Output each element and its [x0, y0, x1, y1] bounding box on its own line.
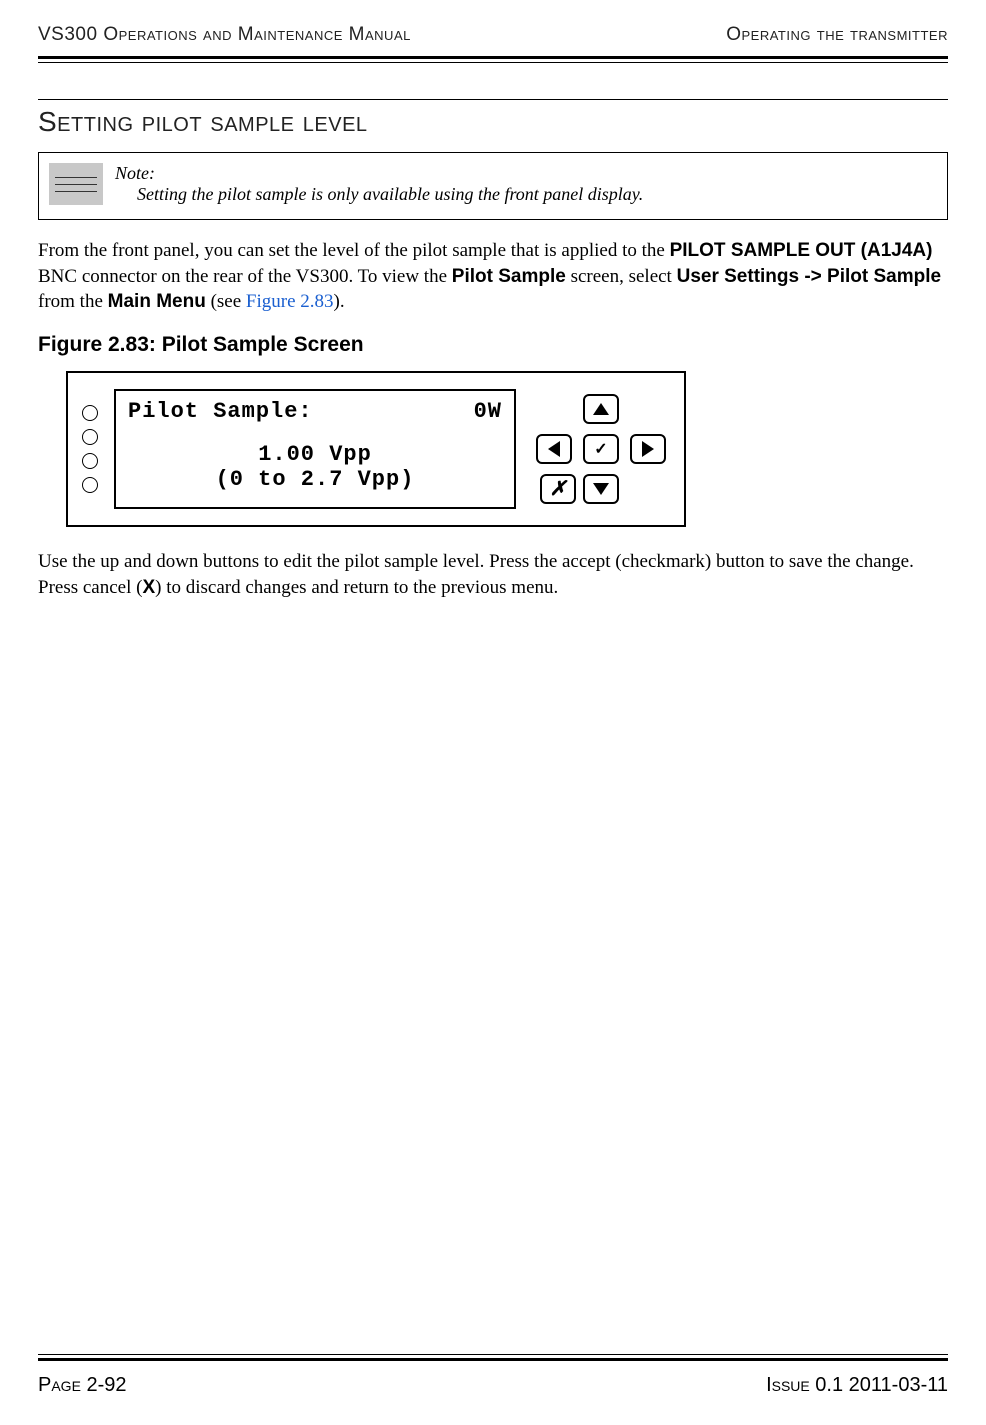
accept-button[interactable]: ✓: [583, 434, 619, 464]
pilot-sample-out-label: PILOT SAMPLE OUT (A1J4A): [670, 240, 933, 261]
led-icon: [82, 453, 98, 469]
up-button[interactable]: [583, 394, 619, 424]
header-left: VS300 Operations and Maintenance Manual: [38, 24, 411, 46]
led-icon: [82, 477, 98, 493]
device-front-panel: Pilot Sample: 0W 1.00 Vpp (0 to 2.7 Vpp)…: [66, 371, 686, 527]
led-icon: [82, 405, 98, 421]
lcd-range: (0 to 2.7 Vpp): [128, 467, 502, 492]
lcd-power-value: 0W: [474, 399, 502, 424]
note-label: Note:: [115, 163, 643, 184]
paragraph-2: Use the up and down buttons to edit the …: [38, 549, 948, 600]
main-menu-label: Main Menu: [108, 291, 206, 312]
checkmark-icon: ✓: [594, 439, 607, 459]
footer-page: Page 2-92: [38, 1374, 127, 1397]
note-lines-icon: [49, 163, 103, 205]
footer-rules: [38, 1354, 948, 1364]
note-body: Setting the pilot sample is only availab…: [115, 184, 643, 205]
paragraph-1: From the front panel, you can set the le…: [38, 238, 948, 315]
header-rules: [38, 56, 948, 63]
lcd-screen: Pilot Sample: 0W 1.00 Vpp (0 to 2.7 Vpp): [114, 389, 516, 509]
section-title: Setting pilot sample level: [38, 106, 948, 138]
pilot-sample-screen-label: Pilot Sample: [452, 266, 566, 287]
down-button[interactable]: [583, 474, 619, 504]
x-key-label: X: [142, 577, 155, 598]
led-column: [80, 405, 100, 493]
triangle-down-icon: [593, 483, 609, 495]
cancel-button[interactable]: ✗: [540, 474, 576, 504]
figure-reference-link[interactable]: Figure 2.83: [246, 291, 334, 312]
lcd-vpp-value: 1.00 Vpp: [128, 442, 502, 467]
lcd-title: Pilot Sample:: [128, 399, 313, 424]
triangle-up-icon: [593, 403, 609, 415]
section-rule: [38, 99, 948, 100]
left-button[interactable]: [536, 434, 572, 464]
led-icon: [82, 429, 98, 445]
right-button[interactable]: [630, 434, 666, 464]
dpad-cluster: ✓ ✗: [530, 394, 672, 504]
footer-issue: Issue 0.1 2011-03-11: [766, 1374, 948, 1397]
x-icon: ✗: [550, 476, 567, 501]
page-header: VS300 Operations and Maintenance Manual …: [38, 24, 948, 54]
figure-caption: Figure 2.83: Pilot Sample Screen: [38, 333, 948, 357]
page-footer: Page 2-92 Issue 0.1 2011-03-11: [38, 1364, 948, 1397]
header-right: Operating the transmitter: [726, 24, 948, 46]
triangle-right-icon: [642, 441, 654, 457]
note-text: Note: Setting the pilot sample is only a…: [115, 163, 643, 205]
menu-path-label: User Settings -> Pilot Sample: [677, 266, 942, 287]
triangle-left-icon: [548, 441, 560, 457]
note-box: Note: Setting the pilot sample is only a…: [38, 152, 948, 220]
